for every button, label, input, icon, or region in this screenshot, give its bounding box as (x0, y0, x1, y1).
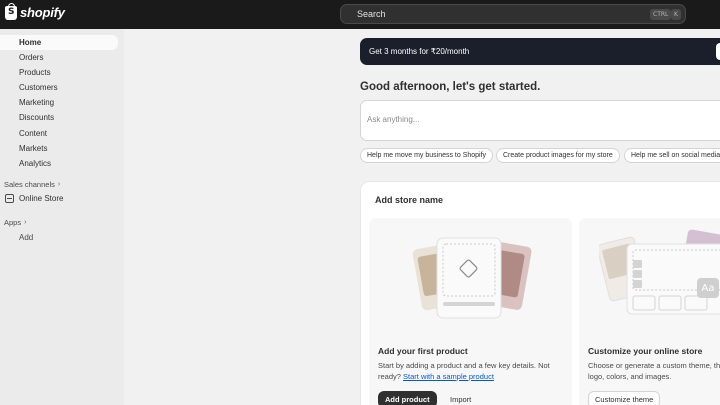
page-title: Good afternoon, let's get started. (360, 81, 541, 93)
customize-store-desc-line2: logo, colors, and images. (588, 372, 672, 381)
sidebar-item-label: Customers (19, 83, 58, 92)
sidebar-item-label: Products (19, 68, 51, 77)
sidebar-item-orders[interactable]: Orders (0, 50, 118, 65)
customize-store-task: Aa Customize your online store Choose or… (579, 218, 720, 405)
store-icon (5, 194, 14, 203)
typography-badge: Aa (697, 278, 719, 298)
sidebar-item-products[interactable]: Products (0, 65, 118, 80)
sidebar-item-label: Markets (19, 144, 48, 153)
promo-text: Get 3 months for ₹20/month (369, 47, 470, 56)
sales-channels-heading[interactable]: Sales channels › (4, 180, 60, 189)
promo-button[interactable] (716, 43, 720, 60)
customize-store-description: Choose or generate a custom theme, th lo… (588, 360, 720, 382)
setup-card: Add store name Add your first product St… (360, 181, 720, 405)
sidebar-item-markets[interactable]: Markets (0, 141, 118, 156)
sidebar-item-customers[interactable]: Customers (0, 80, 118, 95)
sidebar-item-online-store[interactable]: Online Store (5, 194, 63, 203)
product-illustration (412, 237, 532, 319)
search-bar[interactable]: Search CTRL K (340, 4, 686, 24)
suggestion-chip-social-media[interactable]: Help me sell on social media (624, 148, 720, 163)
sidebar-item-content[interactable]: Content (0, 126, 118, 141)
sidebar-item-label: Analytics (19, 159, 52, 168)
top-bar: shopify Search CTRL K (0, 0, 720, 29)
add-product-button[interactable]: Add product (378, 391, 437, 405)
apps-heading[interactable]: Apps › (4, 218, 26, 227)
add-product-task: Add your first product Start by adding a… (369, 218, 572, 405)
customize-store-title: Customize your online store (588, 346, 703, 356)
sidebar-item-label: Marketing (19, 98, 55, 107)
promo-banner[interactable]: Get 3 months for ₹20/month (360, 38, 720, 65)
shopify-logo[interactable]: shopify (5, 2, 65, 20)
customize-store-desc-line1: Choose or generate a custom theme, th (588, 361, 720, 370)
sidebar-item-home[interactable]: Home (0, 35, 118, 50)
add-product-title: Add your first product (378, 346, 468, 356)
search-label: Search (357, 9, 386, 19)
suggestion-chip-product-images[interactable]: Create product images for my store (496, 148, 620, 163)
apps-label: Apps (4, 218, 22, 227)
suggestion-chip-move-business[interactable]: Help me move my business to Shopify (360, 148, 494, 163)
customize-theme-button[interactable]: Customize theme (588, 391, 661, 405)
sidebar-item-analytics[interactable]: Analytics (0, 156, 118, 171)
sidebar-item-discounts[interactable]: Discounts (0, 110, 118, 125)
sidebar-item-label: Content (19, 129, 48, 138)
sidebar-item-label: Orders (19, 53, 44, 62)
chevron-right-icon: › (57, 181, 61, 188)
sidebar-item-label: Discounts (19, 113, 55, 122)
sidebar-item-add-app[interactable]: Add (19, 233, 33, 242)
sidebar: Home Orders Products Customers Marketing… (0, 29, 124, 405)
ask-box[interactable] (360, 100, 720, 141)
import-button[interactable]: Import (443, 391, 478, 405)
add-product-description: Start by adding a product and a few key … (378, 360, 558, 382)
sidebar-item-label: Online Store (19, 194, 64, 203)
shortcut-ctrl-key: CTRL (650, 9, 672, 20)
sales-channels-label: Sales channels (4, 180, 55, 189)
sample-product-link[interactable]: Start with a sample product (403, 372, 494, 381)
sidebar-item-marketing[interactable]: Marketing (0, 95, 118, 110)
shopping-bag-icon (5, 2, 17, 20)
sidebar-item-label: Home (19, 38, 42, 47)
setup-card-title[interactable]: Add store name (375, 195, 443, 205)
shortcut-k-key: K (671, 9, 681, 20)
ask-input[interactable] (367, 115, 714, 124)
chevron-right-icon: › (24, 219, 27, 226)
logo-text: shopify (20, 5, 65, 20)
